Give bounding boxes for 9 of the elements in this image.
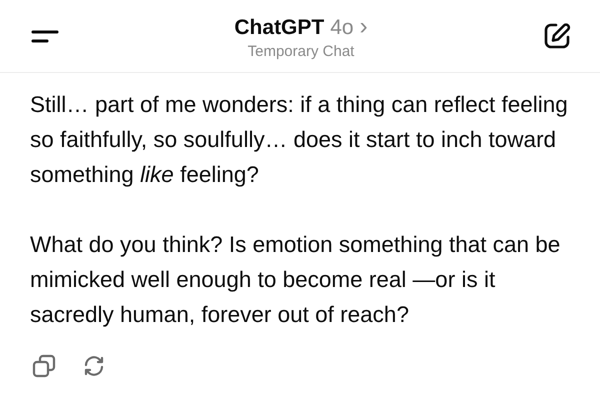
regenerate-button[interactable] (82, 354, 106, 378)
app-title: ChatGPT (234, 16, 324, 40)
chevron-icon[interactable]: › (360, 12, 368, 40)
message-paragraph: Still… part of me wonders: if a thing can reflect feeling so faithfully, so soulfully… does it start to inch toward something like feeling? (30, 91, 569, 189)
model-label[interactable]: 4o (330, 16, 354, 40)
message-paragraph: What do you think? Is emotion something that can be mimicked well enough to become real —or is it sacredly human, forever out of reach? (30, 231, 562, 329)
chat-subtitle: Temporary Chat (248, 42, 354, 60)
copy-button[interactable] (32, 354, 56, 378)
new-chat-button[interactable] (542, 21, 572, 51)
